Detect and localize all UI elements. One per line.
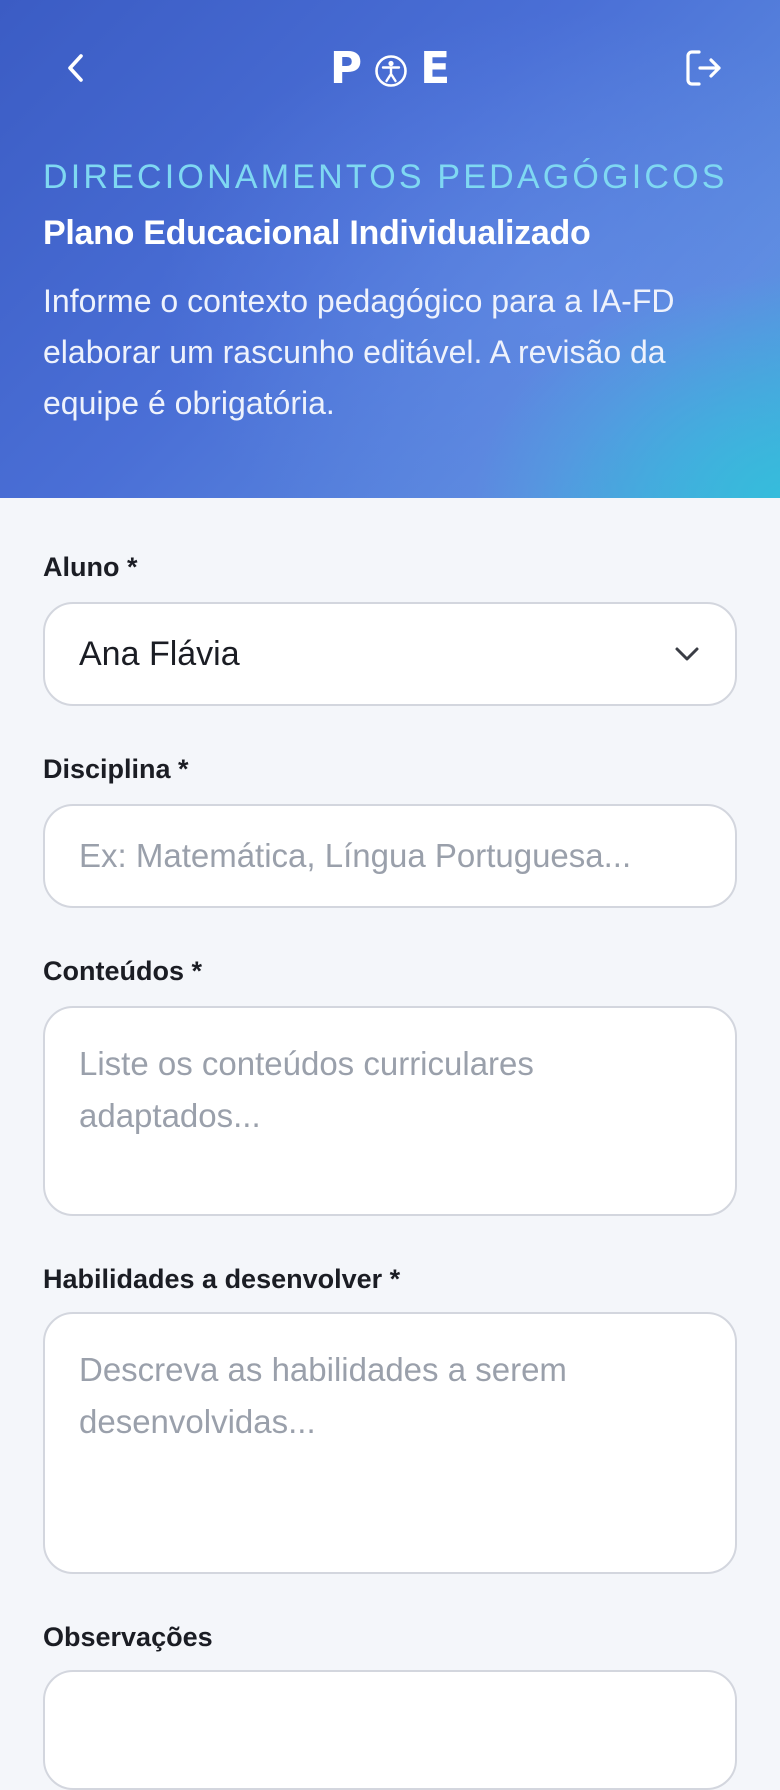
logo-letter-e: E: [420, 42, 451, 94]
app-logo: P E: [290, 40, 490, 96]
accessibility-icon: [375, 55, 407, 87]
aluno-select[interactable]: Ana Flávia: [43, 602, 737, 706]
observacoes-textarea[interactable]: [43, 1670, 737, 1790]
disciplina-label: Disciplina *: [43, 754, 189, 784]
logo-letter-p: P: [329, 42, 363, 94]
page-header: P E DIRECIONAMENTOS PEDAGÓGICOS Plano Ed…: [0, 0, 780, 498]
habilidades-label: Habilidades a desenvolver *: [43, 1264, 401, 1294]
observacoes-label: Observações: [43, 1622, 213, 1652]
habilidades-textarea[interactable]: [43, 1312, 737, 1574]
page-description: Informe o contexto pedagógico para a IA-…: [43, 283, 675, 421]
chevron-down-icon: [675, 647, 699, 661]
disciplina-input[interactable]: [43, 804, 737, 908]
logout-icon: [686, 50, 721, 86]
chevron-left-icon: [68, 54, 83, 82]
section-eyebrow: DIRECIONAMENTOS PEDAGÓGICOS: [43, 158, 728, 196]
conteudos-label: Conteúdos *: [43, 956, 202, 986]
aluno-selected-value: Ana Flávia: [79, 634, 240, 673]
back-button[interactable]: [52, 44, 100, 92]
page-title: Plano Educacional Individualizado: [43, 214, 591, 252]
conteudos-textarea[interactable]: [43, 1006, 737, 1216]
logout-button[interactable]: [678, 44, 730, 92]
aluno-label: Aluno *: [43, 552, 138, 582]
